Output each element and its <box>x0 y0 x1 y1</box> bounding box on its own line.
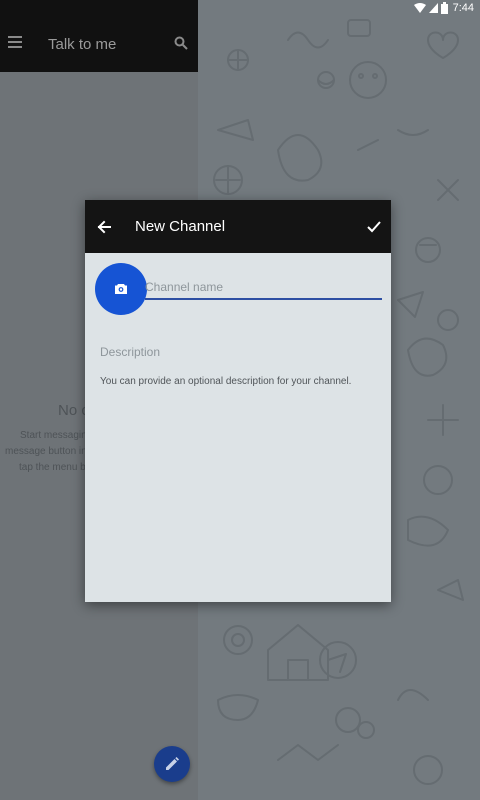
compose-button[interactable] <box>154 746 190 782</box>
back-button[interactable] <box>93 216 115 238</box>
dialog-title: New Channel <box>135 218 226 235</box>
dialog-header: New Channel <box>85 200 391 253</box>
wifi-icon <box>413 3 426 13</box>
pencil-icon <box>166 757 179 770</box>
battery-icon <box>440 2 448 14</box>
done-button[interactable] <box>363 216 385 238</box>
dialogs-toolbar: Talk to me <box>0 0 198 72</box>
signal-icon <box>428 3 438 13</box>
back-arrow-icon <box>97 220 111 234</box>
description-hint: You can provide an optional description … <box>100 376 352 387</box>
channel-description-input[interactable] <box>100 342 382 362</box>
new-channel-dialog: New Channel You can provide an optional … <box>85 200 391 602</box>
channel-name-input[interactable] <box>145 276 382 300</box>
status-time: 7:44 <box>452 2 474 14</box>
camera-icon <box>115 284 127 294</box>
checkmark-icon <box>367 221 381 233</box>
dialogs-title: Talk to me <box>48 36 117 53</box>
menu-icon[interactable] <box>8 36 24 52</box>
set-channel-photo-button[interactable] <box>95 263 147 315</box>
search-icon[interactable] <box>174 36 188 50</box>
status-bar: 7:44 <box>198 0 480 20</box>
